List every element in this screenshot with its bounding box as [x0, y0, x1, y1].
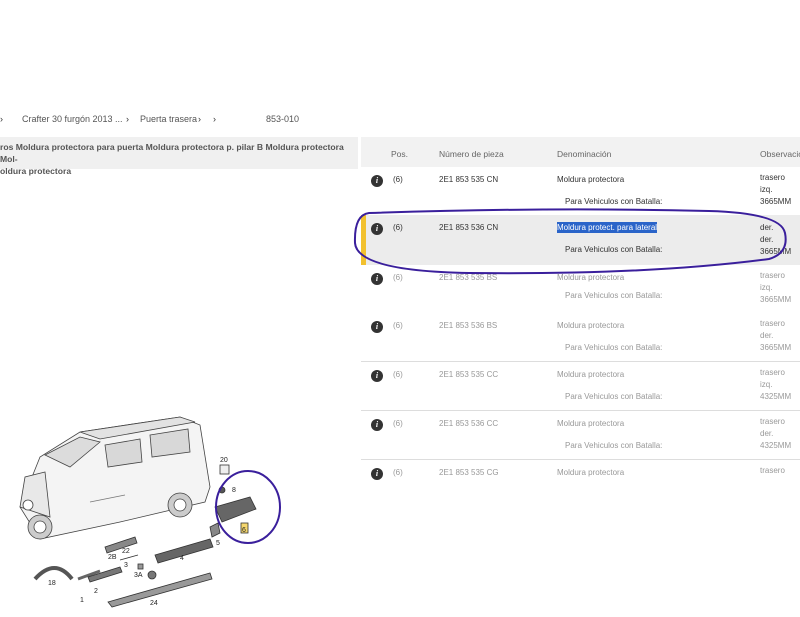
callout-5: 5 — [216, 540, 220, 547]
callout-2: 2 — [94, 588, 98, 595]
row-part-number[interactable]: 2E1 853 535 CG — [439, 468, 499, 477]
breadcrumb: › Crafter 30 furgón 2013 ... › Puerta tr… — [0, 108, 800, 130]
row-obs-1: trasero — [760, 319, 785, 328]
table-header: Pos. Número de pieza Denominación Observ… — [361, 137, 800, 168]
breadcrumb-item-model[interactable]: Crafter 30 furgón 2013 ... — [22, 114, 123, 124]
row-obs-2: der. — [760, 235, 774, 244]
info-icon[interactable]: i — [371, 419, 383, 431]
parts-diagram[interactable]: 20 8 6 5 4 3 3A 2B 22 18 1 2 24 — [0, 277, 358, 617]
callout-2b: 2B — [108, 554, 117, 561]
row-pos: (6) — [393, 175, 403, 184]
info-icon[interactable]: i — [371, 321, 383, 333]
col-header-part-number[interactable]: Número de pieza — [439, 149, 504, 159]
row-obs-1: der. — [760, 223, 774, 232]
chevron-right-icon: › — [126, 114, 129, 124]
callout-24: 24 — [150, 600, 158, 607]
row-pos: (6) — [393, 273, 403, 282]
row-description: Moldura protectora — [557, 175, 625, 184]
callout-6: 6 — [242, 527, 246, 534]
diagram-title: ros Moldura protectora para puerta Moldu… — [0, 142, 344, 176]
row-obs-2: izq. — [760, 380, 773, 389]
row-obs-2: izq. — [760, 283, 773, 292]
row-subdescription: Para Vehiculos con Batalla: — [565, 245, 663, 254]
row-obs-3: 3665MM — [760, 197, 792, 206]
selection-indicator — [361, 215, 366, 267]
table-row-selected[interactable]: i (6) 2E1 853 536 CN Moldura protect. pa… — [361, 215, 800, 267]
breadcrumb-item-door[interactable]: Puerta trasera — [140, 114, 197, 124]
row-obs-1: trasero — [760, 466, 785, 475]
row-part-number[interactable]: 2E1 853 536 CC — [439, 419, 498, 428]
row-obs-1: trasero — [760, 368, 785, 377]
info-icon[interactable]: i — [371, 273, 383, 285]
info-icon[interactable]: i — [371, 468, 383, 480]
row-obs-1: trasero — [760, 173, 785, 182]
row-part-number[interactable]: 2E1 853 536 CN — [439, 223, 498, 232]
row-obs-2: der. — [760, 429, 774, 438]
info-icon[interactable]: i — [371, 175, 383, 187]
row-pos: (6) — [393, 223, 403, 232]
parts-table: Pos. Número de pieza Denominación Observ… — [353, 137, 800, 600]
row-part-number[interactable]: 2E1 853 535 BS — [439, 273, 497, 282]
van-illustration — [19, 416, 211, 540]
row-subdescription: Para Vehiculos con Batalla: — [565, 343, 663, 352]
breadcrumb-item-group[interactable]: 853-010 — [266, 114, 299, 124]
row-part-number[interactable]: 2E1 853 536 BS — [439, 321, 497, 330]
table-row[interactable]: i (6) 2E1 853 535 CG Moldura protectora … — [361, 460, 800, 508]
row-obs-2: der. — [760, 331, 774, 340]
chevron-right-icon: › — [0, 114, 3, 124]
row-part-number[interactable]: 2E1 853 535 CC — [439, 370, 498, 379]
table-row[interactable]: i (6) 2E1 853 535 BS Moldura protectora … — [361, 265, 800, 314]
info-icon[interactable]: i — [371, 370, 383, 382]
row-pos: (6) — [393, 370, 403, 379]
row-pos: (6) — [393, 321, 403, 330]
chevron-right-icon: › — [198, 114, 201, 124]
col-header-pos[interactable]: Pos. — [391, 149, 408, 159]
callout-20: 20 — [220, 457, 228, 464]
diagram-pane: ros Moldura protectora para puerta Moldu… — [0, 137, 358, 608]
row-description: Moldura protectora — [557, 370, 625, 379]
callout-18: 18 — [48, 580, 56, 587]
row-pos: (6) — [393, 468, 403, 477]
row-obs-3: 3665MM — [760, 295, 792, 304]
table-row[interactable]: i (6) 2E1 853 536 CC Moldura protectora … — [361, 411, 800, 460]
col-header-description[interactable]: Denominación — [557, 149, 611, 159]
info-icon[interactable]: i — [371, 223, 383, 235]
col-header-observations[interactable]: Observacio — [760, 149, 800, 159]
callout-8: 8 — [232, 487, 236, 494]
row-description-highlighted: Moldura protect. para lateral — [557, 222, 658, 233]
callout-3a: 3A — [134, 572, 143, 579]
row-subdescription: Para Vehiculos con Batalla: — [565, 441, 663, 450]
table-row[interactable]: i (6) 2E1 853 535 CC Moldura protectora … — [361, 362, 800, 411]
row-description: Moldura protectora — [557, 468, 625, 477]
row-subdescription: Para Vehiculos con Batalla: — [565, 291, 663, 300]
row-obs-2: izq. — [760, 185, 773, 194]
callout-3: 3 — [124, 562, 128, 569]
callout-4: 4 — [180, 555, 184, 562]
diagram-header: ros Moldura protectora para puerta Moldu… — [0, 137, 358, 176]
table-row[interactable]: i (6) 2E1 853 535 CN Moldura protectora … — [361, 167, 800, 216]
row-obs-3: 4325MM — [760, 392, 792, 401]
row-obs-1: trasero — [760, 271, 785, 280]
row-description: Moldura protectora — [557, 273, 625, 282]
row-obs-3: 4325MM — [760, 441, 792, 450]
chevron-right-icon: › — [213, 114, 216, 124]
table-row[interactable]: i (6) 2E1 853 536 BS Moldura protectora … — [361, 313, 800, 362]
row-part-number[interactable]: 2E1 853 535 CN — [439, 175, 498, 184]
row-obs-3: 3665MM — [760, 343, 792, 352]
row-obs-3: 3665MM — [760, 247, 792, 256]
row-subdescription: Para Vehiculos con Batalla: — [565, 392, 663, 401]
row-description: Moldura protectora — [557, 321, 625, 330]
callout-22: 22 — [122, 548, 130, 555]
row-pos: (6) — [393, 419, 403, 428]
row-description: Moldura protectora — [557, 419, 625, 428]
row-obs-1: trasero — [760, 417, 785, 426]
callout-1: 1 — [80, 597, 84, 604]
row-subdescription: Para Vehiculos con Batalla: — [565, 197, 663, 206]
